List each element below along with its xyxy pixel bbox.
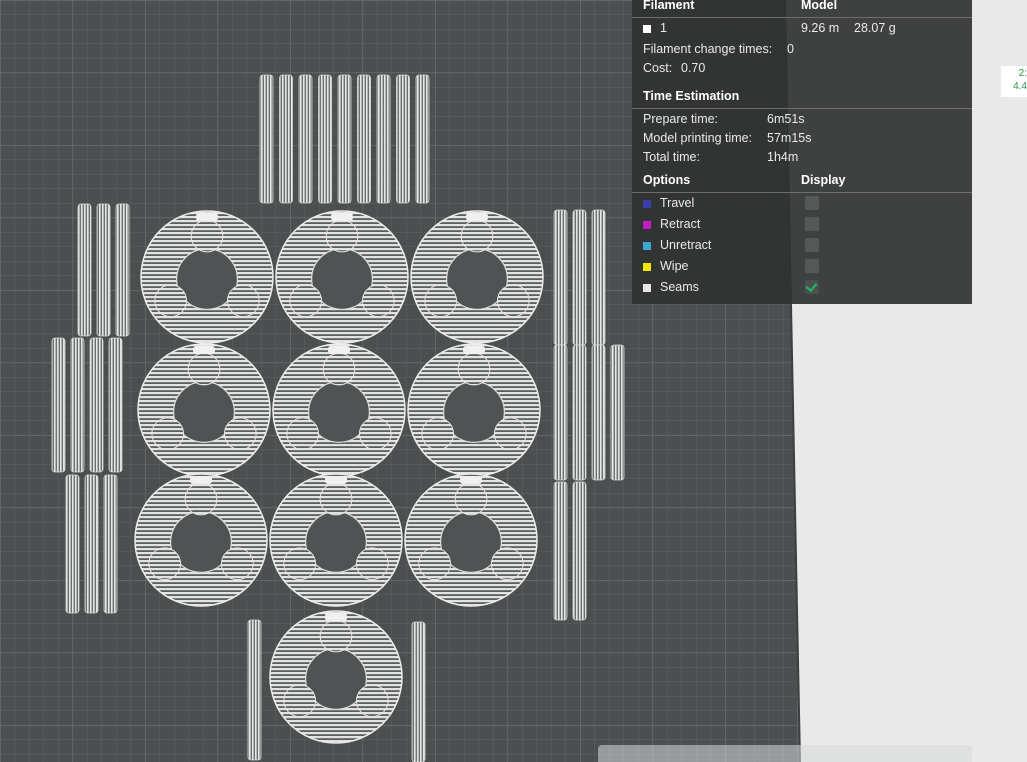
printed-rod	[115, 203, 130, 337]
printed-rod	[572, 209, 587, 346]
printed-rod	[279, 74, 293, 204]
filament-change-label: Filament change times:	[643, 42, 773, 56]
printed-rod	[77, 203, 92, 337]
time-estimation-header: Time Estimation	[643, 89, 740, 103]
total-time-value: 1h4m	[767, 150, 799, 164]
model-printing-time-value: 57m15s	[767, 131, 812, 145]
printed-rod	[572, 481, 587, 621]
filament-change-value: 0	[787, 42, 794, 56]
printed-rod	[51, 337, 66, 473]
printed-rod	[84, 474, 99, 614]
printed-disc	[275, 210, 409, 344]
seams-display-checkbox[interactable]	[805, 280, 819, 294]
printed-rod	[610, 344, 625, 481]
wipe-display-checkbox[interactable]	[805, 259, 819, 273]
divider	[632, 17, 972, 18]
filament-row: 1	[643, 21, 667, 35]
unretract-display-checkbox[interactable]	[805, 238, 819, 252]
option-travel: Travel	[643, 196, 694, 210]
filament-color-swatch	[643, 24, 651, 33]
divider	[632, 192, 972, 193]
cost-label: Cost:	[643, 61, 673, 75]
printed-disc	[407, 343, 541, 477]
printed-rod	[65, 474, 80, 614]
total-time-label: Total time:	[643, 150, 700, 164]
printed-rod	[357, 74, 371, 204]
printed-disc	[140, 210, 274, 344]
side-readout: 2: 4.4	[1001, 66, 1027, 97]
prepare-time-value: 6m51s	[767, 112, 805, 126]
printed-disc	[134, 473, 268, 607]
model-header: Model	[801, 0, 838, 12]
printed-disc	[410, 210, 544, 344]
printed-disc	[269, 473, 403, 607]
display-header: Display	[801, 173, 846, 187]
printed-rod	[553, 344, 568, 481]
option-wipe-label: Wipe	[660, 259, 689, 273]
bottom-toolbar[interactable]	[598, 745, 972, 762]
seams-color-swatch	[643, 283, 651, 292]
printed-rod	[103, 474, 118, 614]
filament-length: 9.26 m	[801, 21, 840, 35]
filament-weight: 28.07 g	[854, 21, 896, 35]
printed-rod	[553, 209, 568, 346]
side-readout-line1: 2:	[1018, 68, 1027, 79]
printed-rod	[70, 337, 85, 473]
side-readout-line2: 4.4	[1013, 81, 1027, 92]
printed-disc	[404, 473, 538, 607]
printed-disc	[272, 343, 406, 477]
gcode-legend-panel: Filament Model 1 9.26 m 28.07 g Filament…	[632, 0, 972, 304]
filament-header: Filament	[643, 0, 695, 12]
cost-value: 0.70	[681, 61, 706, 75]
divider	[632, 108, 972, 109]
option-wipe: Wipe	[643, 259, 688, 273]
retract-display-checkbox[interactable]	[805, 217, 819, 231]
printed-rod	[89, 337, 104, 473]
option-unretract: Unretract	[643, 238, 711, 252]
travel-color-swatch	[643, 199, 651, 208]
model-printing-time-label: Model printing time:	[643, 131, 753, 145]
printed-disc	[269, 610, 403, 744]
printed-rod	[411, 621, 426, 762]
printed-rod	[396, 74, 410, 204]
printed-rod	[591, 209, 606, 346]
option-seams-label: Seams	[660, 280, 699, 294]
printed-rod	[247, 619, 262, 761]
wipe-color-swatch	[643, 262, 651, 271]
printed-rod	[108, 337, 123, 473]
printed-rod	[259, 74, 274, 204]
printed-rod	[376, 74, 391, 204]
printed-rod	[337, 74, 352, 204]
options-header: Options	[643, 173, 691, 187]
printed-rod	[298, 74, 313, 204]
printed-rod	[96, 203, 111, 337]
filament-id: 1	[660, 21, 667, 35]
prepare-time-label: Prepare time:	[643, 112, 719, 126]
option-unretract-label: Unretract	[660, 238, 712, 252]
printed-rod	[591, 344, 606, 481]
retract-color-swatch	[643, 220, 651, 229]
printed-rod	[415, 74, 430, 204]
unretract-color-swatch	[643, 241, 651, 250]
printed-rod	[318, 74, 332, 204]
option-travel-label: Travel	[660, 196, 695, 210]
option-retract: Retract	[643, 217, 700, 231]
printed-disc	[137, 343, 271, 477]
travel-display-checkbox[interactable]	[805, 196, 819, 210]
option-seams: Seams	[643, 280, 699, 294]
printed-rod	[572, 344, 587, 481]
option-retract-label: Retract	[660, 217, 701, 231]
printed-rod	[553, 481, 568, 621]
